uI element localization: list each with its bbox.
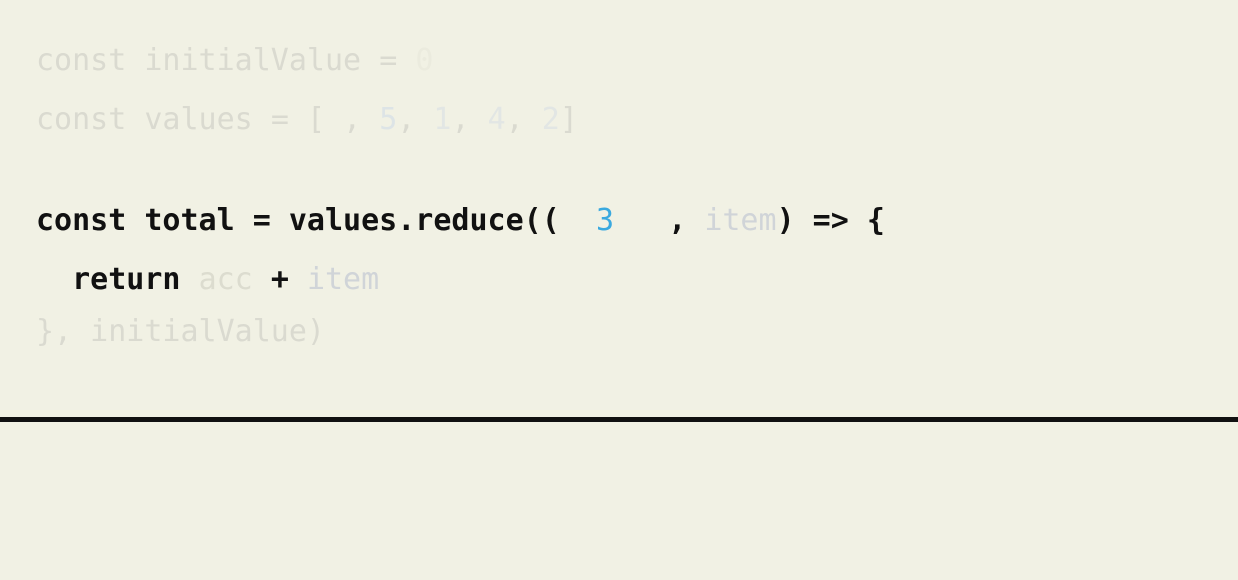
array-open: [ [306, 102, 325, 137]
code-line-values: const values = [3, 5, 1, 4, 2] [36, 102, 578, 137]
arrow-open: ) => { [776, 203, 885, 238]
code-line-total: const total = values.reduce(( 3 , item) … [36, 192, 885, 250]
array-item-4: 2 [541, 102, 560, 137]
identifier-item: item [306, 262, 380, 297]
code-line-return: return acc + item [36, 251, 379, 309]
array-close: ] [559, 102, 578, 137]
param-item: item [704, 203, 777, 238]
operator-equals: = [252, 203, 271, 238]
operator-plus: + [270, 262, 289, 297]
code-line-close: }, initialValue) [36, 303, 325, 361]
keyword-return: return [72, 262, 181, 297]
array-item-3: 4 [487, 102, 506, 137]
bottom-bar [0, 417, 1238, 422]
param-comma: , [668, 203, 687, 238]
value-zero: 0 [415, 43, 434, 78]
array-item-0: 3 [325, 102, 344, 137]
array-item-2: 1 [433, 102, 452, 137]
operator-equals: = [379, 43, 398, 78]
array-item-1: 5 [379, 102, 398, 137]
accumulator-value: 3 [595, 203, 614, 238]
closing-call: }, initialValue) [36, 314, 325, 349]
keyword-const: const [36, 102, 127, 137]
code-line-initial-value: const initialValue = 0 [36, 32, 433, 90]
keyword-const: const [36, 43, 127, 78]
identifier-initial-value: initialValue [144, 43, 362, 78]
reduce-call: values.reduce(( [288, 203, 560, 238]
keyword-const: const [36, 203, 127, 238]
operator-equals: = [270, 102, 289, 137]
identifier-values: values [144, 102, 253, 137]
identifier-acc: acc [198, 262, 253, 297]
code-block: const initialValue = 0 const values = [3… [36, 0, 885, 580]
identifier-total: total [144, 203, 235, 238]
